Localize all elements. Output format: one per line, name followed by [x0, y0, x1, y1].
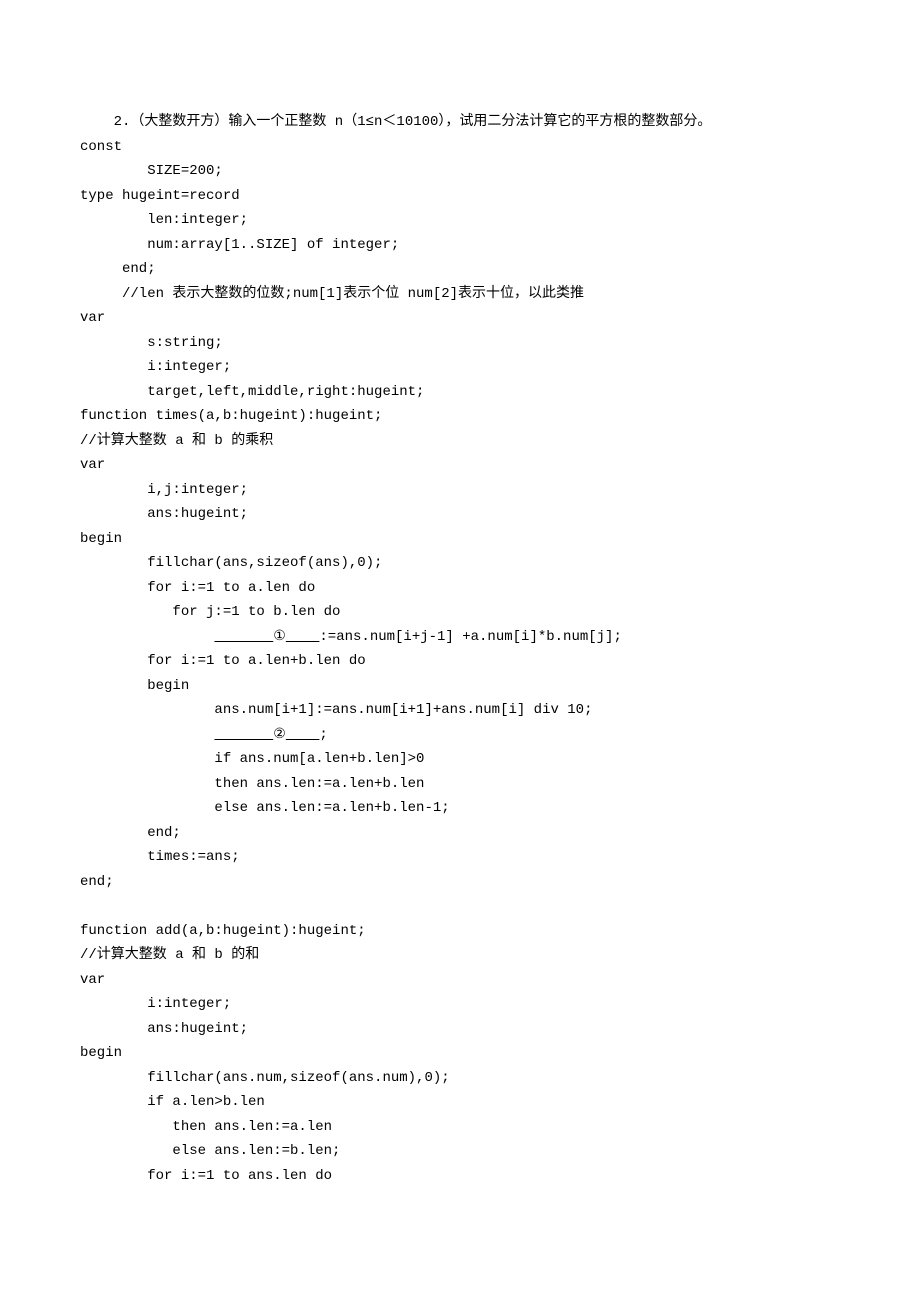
- fill-blank-after: [286, 629, 320, 645]
- code-line: var: [80, 968, 840, 993]
- fill-blank-before: [214, 629, 273, 645]
- code-line: begin: [80, 674, 840, 699]
- code-line: else ans.len:=a.len+b.len-1;: [80, 796, 840, 821]
- code-line: then ans.len:=a.len: [80, 1115, 840, 1140]
- code-line: const: [80, 135, 840, 160]
- code-line: i:integer;: [80, 992, 840, 1017]
- code-line: fillchar(ans.num,sizeof(ans.num),0);: [80, 1066, 840, 1091]
- code-line: type hugeint=record: [80, 184, 840, 209]
- code-line: end;: [80, 821, 840, 846]
- code-line: ② ;: [80, 723, 840, 748]
- code-line: var: [80, 453, 840, 478]
- code-line: function times(a,b:hugeint):hugeint;: [80, 404, 840, 429]
- code-line: //计算大整数 a 和 b 的和: [80, 943, 840, 968]
- code-line: end;: [80, 870, 840, 895]
- fill-blank-before: [214, 727, 273, 743]
- code-line: num:array[1..SIZE] of integer;: [80, 233, 840, 258]
- blank-marker: ②: [273, 727, 286, 743]
- code-line: i:integer;: [80, 355, 840, 380]
- code-line: begin: [80, 1041, 840, 1066]
- code-line: for i:=1 to a.len do: [80, 576, 840, 601]
- code-line: then ans.len:=a.len+b.len: [80, 772, 840, 797]
- code-line: //计算大整数 a 和 b 的乘积: [80, 429, 840, 454]
- code-line: for j:=1 to b.len do: [80, 600, 840, 625]
- code-line: ans:hugeint;: [80, 502, 840, 527]
- code-line: 2.（大整数开方）输入一个正整数 n（1≤n＜10100），试用二分法计算它的平…: [80, 110, 840, 135]
- document-page: 2.（大整数开方）输入一个正整数 n（1≤n＜10100），试用二分法计算它的平…: [0, 0, 920, 1302]
- code-line: if ans.num[a.len+b.len]>0: [80, 747, 840, 772]
- code-line: for i:=1 to a.len+b.len do: [80, 649, 840, 674]
- code-line: target,left,middle,right:hugeint;: [80, 380, 840, 405]
- code-line: //len 表示大整数的位数;num[1]表示个位 num[2]表示十位，以此类…: [80, 282, 840, 307]
- code-line: else ans.len:=b.len;: [80, 1139, 840, 1164]
- fill-blank-after: [286, 727, 320, 743]
- code-line: i,j:integer;: [80, 478, 840, 503]
- blank-marker: ①: [273, 629, 286, 645]
- code-line: function add(a,b:hugeint):hugeint;: [80, 919, 840, 944]
- code-line: if a.len>b.len: [80, 1090, 840, 1115]
- code-line: var: [80, 306, 840, 331]
- code-line: s:string;: [80, 331, 840, 356]
- code-line: begin: [80, 527, 840, 552]
- code-line: [80, 894, 840, 919]
- code-line: ans:hugeint;: [80, 1017, 840, 1042]
- code-line: for i:=1 to ans.len do: [80, 1164, 840, 1189]
- code-line: ① :=ans.num[i+j-1] +a.num[i]*b.num[j];: [80, 625, 840, 650]
- code-line: SIZE=200;: [80, 159, 840, 184]
- code-line: end;: [80, 257, 840, 282]
- code-line: times:=ans;: [80, 845, 840, 870]
- code-line: fillchar(ans,sizeof(ans),0);: [80, 551, 840, 576]
- code-line: ans.num[i+1]:=ans.num[i+1]+ans.num[i] di…: [80, 698, 840, 723]
- code-line: len:integer;: [80, 208, 840, 233]
